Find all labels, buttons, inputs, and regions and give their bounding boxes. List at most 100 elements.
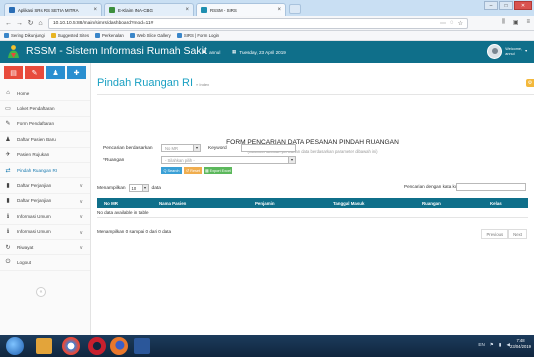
bookmark-item[interactable]: Web Slice Gallery <box>129 33 171 38</box>
page-length-select[interactable]: 10 ▾ <box>128 184 149 192</box>
next-page-button[interactable]: Next <box>508 229 527 239</box>
sidebar-item-home[interactable]: ⌂ Home <box>0 86 90 102</box>
previous-page-button[interactable]: Previous <box>481 229 509 239</box>
referral-icon: ✈ <box>5 152 11 159</box>
tab-label: RSSM - SIRS <box>210 7 237 13</box>
reset-button[interactable]: ↺ Reset <box>184 167 202 174</box>
form-title: FORM PENCARIAN DATA PESANAN PINDAH RUANG… <box>226 139 399 146</box>
table-info: Menampilkan 0 sampai 0 dari 0 data <box>97 229 172 234</box>
column-header[interactable]: No MR <box>104 201 118 206</box>
windows-taskbar: EN ⚑ ▮ ◀ 7:48 23/04/2019 <box>0 335 534 357</box>
divider <box>97 94 534 95</box>
bookmark-star-icon[interactable]: ☆ <box>458 20 463 27</box>
desk-icon: ▭ <box>5 106 11 113</box>
app-title: RSSM - Sistem Informasi Rumah Sakit <box>26 45 207 57</box>
tab-label: E-Klaim INA-CBG <box>118 7 153 13</box>
current-user[interactable]: ♟ annul <box>202 49 220 55</box>
power-icon: ⏻ <box>5 258 11 265</box>
new-tab-button[interactable] <box>289 4 301 14</box>
url-bar[interactable]: ⓘ 10.10.10.5:88/main/simrs/dashboard?mod… <box>48 18 468 192</box>
caret-down-icon: ▾ <box>525 49 527 54</box>
lock-icon: ▮ <box>6 183 10 190</box>
bookmark-item[interactable]: Suggested Sites <box>50 33 89 38</box>
sidebar-collapse-button[interactable]: « <box>36 287 46 297</box>
browser-tab-3[interactable]: RSSM - SIRS × <box>196 3 286 16</box>
search-button[interactable]: Q Search <box>161 167 182 174</box>
table-search-input[interactable] <box>456 183 526 191</box>
hospital-logo-icon <box>8 45 19 58</box>
sidebar-item-riwayat[interactable]: ↻ Riwayat ∨ <box>0 240 90 256</box>
word-icon[interactable] <box>134 338 150 354</box>
sidebar-quick-buttons: ▤ ✎ ♟ ✚ <box>4 66 86 79</box>
lock-icon: ▮ <box>6 198 10 205</box>
menu-icon[interactable]: ≡ <box>526 19 530 26</box>
flag-icon[interactable]: ⚑ <box>490 342 494 348</box>
pocket-icon[interactable]: ◌ <box>450 20 454 27</box>
chevron-down-icon: ∨ <box>79 183 83 190</box>
column-header[interactable]: Kelas <box>490 201 502 206</box>
sidebar-item-daftar-perjanjian[interactable]: ▮ Daftar Perjanjian ∨ <box>0 178 90 194</box>
back-icon[interactable]: ← <box>4 19 13 28</box>
sidebar-item-daftar-pasien-baru[interactable]: ♟ Daftar Pasien Baru <box>0 132 90 148</box>
user-icon[interactable]: ♟ <box>46 66 65 79</box>
globe-icon <box>94 33 100 38</box>
sidebar-item-daftar-perjanjian-2[interactable]: ▮ Daftar Perjanjian ∨ <box>0 194 90 210</box>
search-by-select[interactable]: No MR ▾ <box>161 144 201 152</box>
column-header[interactable]: Penjamin <box>255 201 275 206</box>
sidebar-item-logout[interactable]: ⏻ Logout <box>0 255 90 271</box>
bookmark-item[interactable]: Sering Dikunjungi <box>4 33 45 38</box>
reload-icon[interactable]: ↻ <box>26 19 35 28</box>
column-header[interactable]: Ruangan <box>422 201 441 206</box>
search-by-label: Pencarian berdasarkan <box>103 146 153 151</box>
bookmark-item[interactable]: SIRS | Form Login <box>176 33 219 38</box>
minimize-button[interactable]: – <box>484 1 498 10</box>
breadcrumb[interactable]: » Index <box>196 82 209 87</box>
maximize-button[interactable]: □ <box>499 1 513 10</box>
settings-icon[interactable]: ✚ <box>67 66 86 79</box>
sidebar-item-informasi-umum-2[interactable]: ℹ Informasi Umum ∨ <box>0 225 90 240</box>
chart-icon[interactable]: ▤ <box>4 66 23 79</box>
close-tab-icon[interactable]: × <box>93 7 97 13</box>
close-tab-icon[interactable]: × <box>185 7 189 13</box>
more-icon[interactable]: ⋯ <box>440 20 446 27</box>
globe-icon <box>129 33 135 38</box>
browser-tab-2[interactable]: E-Klaim INA-CBG × <box>104 3 194 16</box>
chevron-down-icon: ∨ <box>79 198 83 205</box>
pencil-icon[interactable]: ✎ <box>25 66 44 79</box>
close-window-button[interactable]: ✕ <box>514 1 532 10</box>
ruangan-select[interactable]: - Silahkan pilih - ▾ <box>161 156 296 164</box>
welcome-text: Welcome, <box>505 46 523 51</box>
home-icon[interactable]: ⌂ <box>36 19 45 28</box>
export-excel-button[interactable]: ▦ Export Excel <box>204 167 232 174</box>
forward-icon[interactable]: → <box>15 19 24 28</box>
tab-label: Aplikasi SRs RS SETIA MITRA <box>18 7 79 13</box>
explorer-icon[interactable] <box>36 338 52 354</box>
sidebar-item-loket-pendaftaran[interactable]: ▭ Loket Pendaftaran <box>0 101 90 117</box>
column-header[interactable]: Nama Pasien <box>159 201 186 206</box>
sidebar-item-informasi-umum[interactable]: ℹ Informasi Umum ∨ <box>0 209 90 225</box>
browser-tab-1[interactable]: Aplikasi SRs RS SETIA MITRA × <box>4 3 102 16</box>
welcome-user: annul <box>505 51 515 56</box>
close-tab-icon[interactable]: × <box>277 7 281 13</box>
sidebar-item-pasien-rujukan[interactable]: ✈ Pasien Rujukan <box>0 148 90 163</box>
sidebar-item-pindah-ruangan[interactable]: ⇄ Pindah Ruangan RI <box>0 163 90 179</box>
start-icon[interactable] <box>6 337 24 355</box>
opera-icon[interactable] <box>88 337 106 355</box>
chevron-down-icon: ▾ <box>193 145 200 151</box>
info-icon: ℹ <box>6 213 10 220</box>
clock[interactable]: 7:48 23/04/2019 <box>510 338 531 350</box>
user-menu[interactable]: Welcome, annul ▾ <box>487 44 527 59</box>
settings-tab-icon[interactable]: ⚙ <box>526 79 534 87</box>
firefox-icon[interactable] <box>110 337 128 355</box>
language-indicator[interactable]: EN <box>478 342 484 348</box>
network-icon[interactable]: ▮ <box>499 342 502 348</box>
column-header[interactable]: Tanggal Masuk <box>333 201 364 206</box>
favicon-icon <box>201 7 207 13</box>
chrome-icon[interactable] <box>62 337 80 355</box>
sidebar-toggle-icon[interactable]: ▣ <box>513 19 519 26</box>
sidebar-item-form-pendaftaran[interactable]: ✎ Form Pendaftaran <box>0 117 90 133</box>
keyword-input[interactable] <box>241 144 296 152</box>
pagination: Previous Next <box>481 229 527 239</box>
library-icon[interactable]: ⫼ <box>502 19 505 26</box>
bookmark-item[interactable]: Perkenalan <box>94 33 124 38</box>
